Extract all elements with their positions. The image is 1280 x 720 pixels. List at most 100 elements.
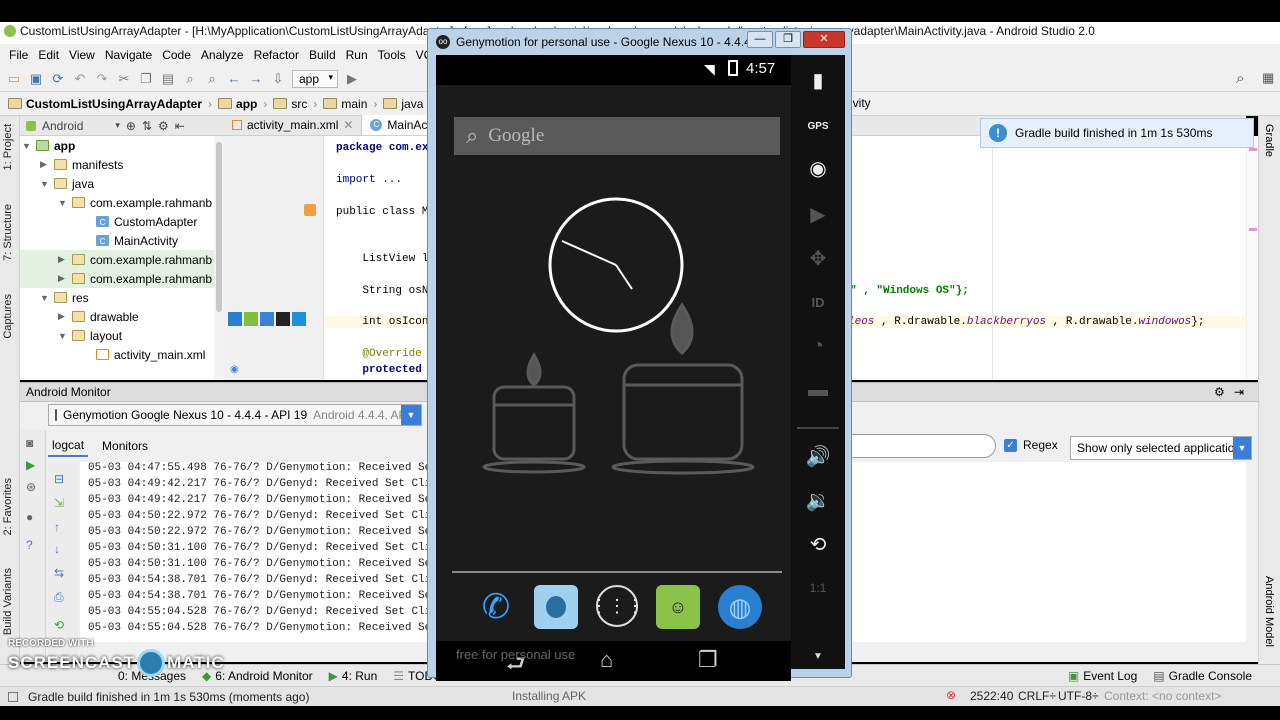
up-arrow-icon[interactable]: ↑ (54, 520, 60, 534)
replace-icon[interactable]: ⌕ (204, 71, 220, 87)
device-id-icon[interactable]: ID (801, 285, 835, 319)
down-arrow-icon[interactable]: ↓ (54, 542, 60, 556)
tab-favorites[interactable]: 2: Favorites (2, 478, 14, 535)
record-icon[interactable]: ● (26, 510, 33, 524)
menu-view[interactable]: View (64, 48, 100, 62)
tab-build-variants[interactable]: Build Variants (2, 568, 14, 635)
chevron-down-icon[interactable]: ▼ (813, 651, 823, 662)
maximize-button[interactable]: ❐ (775, 31, 801, 48)
scroll-end-icon[interactable]: ⇲ (54, 496, 64, 510)
scrollbar-thumb[interactable] (216, 142, 222, 312)
clear-log-icon[interactable]: ⊟ (54, 472, 64, 486)
tab-monitors[interactable]: Monitors (98, 436, 152, 456)
menu-tools[interactable]: Tools (373, 48, 411, 62)
volume-up-icon[interactable]: 🔊 (801, 439, 835, 473)
chevron-down-icon[interactable]: ▼ (401, 405, 421, 425)
tree-node-app[interactable]: ▼ app (22, 136, 216, 155)
rotate-icon[interactable]: ⟲ (801, 527, 835, 561)
tree-node-java[interactable]: ▼ java (40, 174, 94, 193)
tab-structure[interactable]: 7: Structure (2, 204, 14, 261)
project-view-select[interactable]: Android (42, 119, 83, 133)
gradle-notification[interactable]: ! Gradle build finished in 1m 1s 530ms (980, 118, 1254, 148)
home-button-icon[interactable]: ⌂ (600, 647, 613, 673)
breadcrumb-src[interactable]: src › (273, 97, 317, 111)
tab-messages[interactable]: 0: Messages (110, 669, 194, 683)
forward-icon[interactable]: → (248, 71, 264, 87)
back-icon[interactable]: ← (226, 71, 242, 87)
tab-captures[interactable]: Captures (2, 294, 14, 339)
recent-apps-icon[interactable]: ❐ (698, 647, 718, 673)
breadcrumb-main[interactable]: main › (323, 97, 377, 111)
layout-icon[interactable]: ▦ (1262, 70, 1274, 86)
tab-activity-main-xml[interactable]: activity_main.xml ✕ (224, 115, 363, 135)
hide-icon[interactable]: ⇥ (1234, 385, 1244, 399)
print-icon[interactable]: ⎙ (54, 590, 64, 605)
menu-build[interactable]: Build (304, 48, 341, 62)
code-editor-right[interactable]: " , "Windows OS"}; leos , R.drawable.bla… (848, 136, 1258, 380)
tab-android-monitor[interactable]: ◆ 6: Android Monitor (194, 669, 321, 683)
copy-icon[interactable]: ❐ (138, 71, 154, 87)
tab-gradle-console[interactable]: ▤ Gradle Console (1145, 669, 1260, 683)
tree-node-package[interactable]: ▼ com.example.rahmanb (58, 193, 212, 212)
run-config-select[interactable]: app ▾ (292, 69, 339, 88)
project-tree-scrollbar[interactable] (214, 136, 224, 380)
close-icon[interactable]: ✕ (343, 118, 353, 132)
redo-icon[interactable]: ↷ (94, 71, 110, 87)
regex-checkbox[interactable]: ✓ Regex (1004, 438, 1058, 452)
tree-node-mainactivity[interactable]: C MainActivity (82, 231, 178, 250)
file-encoding[interactable]: UTF-8÷ (1058, 689, 1099, 703)
minimize-button[interactable]: — (747, 31, 773, 48)
app-drawer-icon[interactable]: ⋮⋮⋮ (590, 585, 644, 627)
tree-node-manifests[interactable]: ▶ manifests (40, 155, 123, 174)
sms-icon[interactable]: ▬ (801, 373, 835, 407)
tree-node-package-androidtest[interactable]: ▶ com.example.rahmanb (20, 269, 216, 288)
tab-android-model[interactable]: Android Model (1263, 576, 1275, 647)
collapse-all-icon[interactable]: ⇅ (142, 119, 152, 133)
tab-logcat[interactable]: logcat (48, 435, 89, 457)
cut-icon[interactable]: ✂ (116, 71, 132, 87)
undo-icon[interactable]: ↶ (72, 71, 88, 87)
breadcrumb-java[interactable]: java› (383, 97, 433, 111)
menu-analyze[interactable]: Analyze (196, 48, 249, 62)
camera-icon[interactable]: ◙ (26, 436, 33, 450)
device-select[interactable]: Genymotion Google Nexus 10 - 4.4.4 - API… (48, 404, 422, 426)
override-gutter-icon[interactable]: ◉ (230, 364, 239, 375)
video-capture-icon[interactable]: ▶ (801, 197, 835, 231)
tab-event-log[interactable]: ▣ Event Log (1060, 669, 1145, 683)
error-icon[interactable]: ⊗ (946, 688, 956, 702)
network-icon[interactable]: ◔ (801, 329, 835, 363)
activity-gutter-icon[interactable] (304, 204, 316, 216)
code-editor[interactable]: package com.ex import ... public class M… (324, 136, 434, 380)
caret-position[interactable]: 2522:40 (970, 689, 1013, 703)
restart-icon[interactable]: ⟲ (54, 618, 64, 632)
tab-project[interactable]: 1: Project (2, 124, 14, 170)
tree-node-res[interactable]: ▼ res (40, 288, 89, 307)
breadcrumb-project[interactable]: CustomListUsingArrayAdapter › (8, 97, 212, 111)
search-everywhere-icon[interactable]: ⌕ (1236, 70, 1244, 87)
make-icon[interactable]: ⇩ (270, 71, 286, 87)
logcat-output[interactable]: 05-03 04:47:55.498 76-76/? D/Genymotion:… (80, 462, 430, 642)
camera-widget-icon[interactable]: ◉ (801, 151, 835, 185)
android-screen[interactable]: ◥ 4:57 ⌕ Google ✆ ⋮⋮⋮ ☺ ◍ ⮐ ⌂ ❐ free for… (436, 55, 791, 681)
tree-node-customadapter[interactable]: C CustomAdapter (82, 212, 197, 231)
find-icon[interactable]: ⌕ (182, 71, 198, 87)
dpad-icon[interactable]: ✥ (801, 241, 835, 275)
open-folder-icon[interactable]: ▭ (6, 71, 22, 87)
browser-app-icon[interactable]: ◍ (718, 585, 762, 629)
breadcrumb-activity[interactable]: ivity (850, 96, 871, 110)
run-icon[interactable]: ▶ (344, 71, 360, 87)
soft-wrap-icon[interactable]: ⇆ (54, 566, 64, 580)
tab-gradle[interactable]: Gradle (1263, 124, 1275, 157)
chevron-down-icon[interactable]: ▾ (115, 120, 120, 131)
breadcrumb-app[interactable]: app › (218, 97, 267, 111)
logcat-output-right[interactable] (848, 462, 1246, 642)
gps-widget-icon[interactable]: GPS (801, 109, 835, 143)
menu-navigate[interactable]: Navigate (100, 48, 157, 62)
menu-code[interactable]: Code (157, 48, 196, 62)
contacts-app-icon[interactable] (534, 585, 578, 629)
menu-edit[interactable]: Edit (33, 48, 64, 62)
google-search-bar[interactable]: ⌕ Google (454, 117, 780, 155)
tree-node-layout[interactable]: ▼ layout (58, 326, 122, 345)
line-separator[interactable]: CRLF÷ (1018, 689, 1056, 703)
scale-icon[interactable]: 1:1 (801, 571, 835, 605)
